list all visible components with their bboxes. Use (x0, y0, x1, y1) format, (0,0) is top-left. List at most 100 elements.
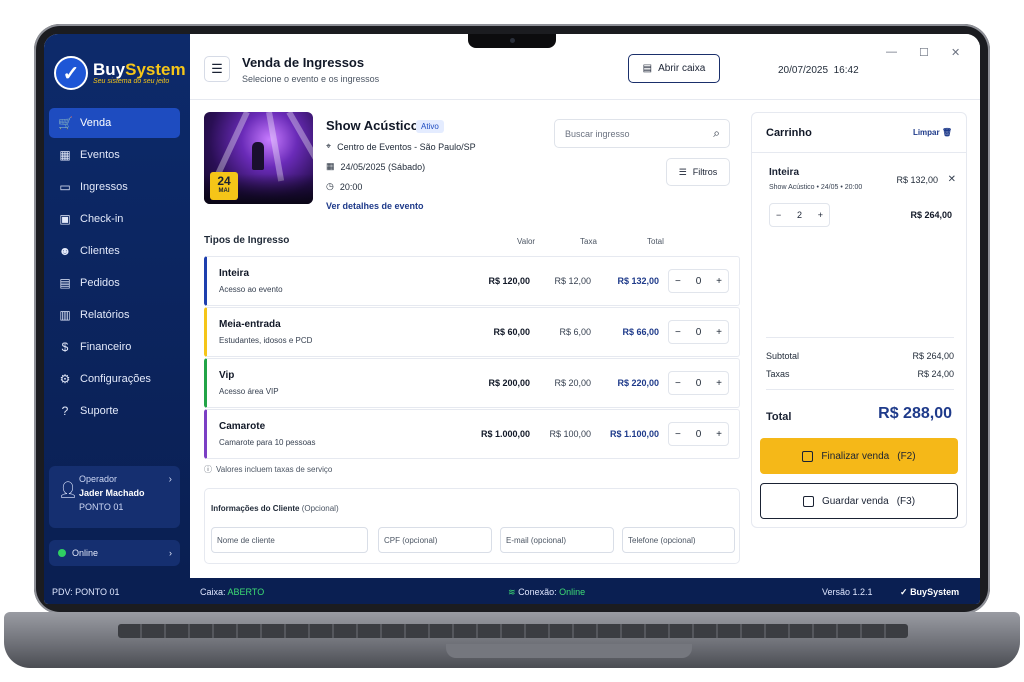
column-header-fee: Taxa (580, 237, 597, 246)
brand-logo[interactable]: ✓ BuySystem Seu sistema do seu jeito (54, 56, 186, 90)
sidebar-item-label: Venda (80, 117, 112, 129)
quantity-stepper[interactable]: −0 + (668, 422, 729, 446)
ticket-name: Inteira (219, 268, 250, 279)
event-title: Show Acústico (326, 118, 419, 133)
open-cash-label: Abrir caixa (658, 63, 706, 74)
ticket-fee: R$ 100,00 (549, 429, 591, 439)
close-icon[interactable]: ✕ (951, 46, 960, 59)
minus-icon[interactable]: − (675, 378, 681, 389)
sidebar-item-clientes[interactable]: ☻ Clientes (49, 236, 180, 266)
current-datetime: 20/07/2025 16:42 (778, 65, 859, 76)
gear-icon: ⚙ (59, 372, 71, 386)
ticket-name: Camarote (219, 421, 266, 432)
total-value: R$ 288,00 (878, 405, 952, 422)
trackpad (446, 644, 692, 658)
sidebar-item-suporte[interactable]: ? Suporte (49, 396, 180, 426)
minus-icon[interactable]: − (776, 210, 781, 220)
chevron-right-icon: › (168, 474, 172, 485)
event-image: 24 MAI (204, 112, 313, 204)
remove-item-icon[interactable]: ✕ (948, 174, 956, 185)
sidebar-item-financeiro[interactable]: $ Financeiro (49, 332, 180, 362)
sidebar-item-label: Financeiro (80, 341, 132, 353)
brand-tagline: Seu sistema do seu jeito (93, 78, 170, 85)
search-input[interactable]: Buscar ingresso ⌕ (554, 119, 730, 148)
cart-title: Carrinho (766, 127, 812, 139)
sidebar-item-label: Pedidos (80, 277, 120, 289)
quantity-stepper[interactable]: −0 + (668, 320, 729, 344)
online-dot-icon (58, 549, 66, 557)
page-subtitle: Selecione o evento e os ingressos (242, 74, 380, 84)
cart-item-name: Inteira (769, 167, 800, 178)
chevron-right-icon: › (169, 548, 172, 558)
connection-status[interactable]: Online › (49, 540, 180, 566)
ticket-desc: Acesso área VIP (219, 387, 279, 396)
minus-icon[interactable]: − (675, 429, 681, 440)
operator-card[interactable]: 👤︎ › Operador Jader Machado PONTO 01 (49, 466, 180, 528)
maximize-icon[interactable]: ☐ (919, 46, 929, 59)
fees-row: Taxas R$ 24,00 (766, 369, 954, 379)
save-sale-button[interactable]: Guardar venda (F3) (760, 483, 958, 519)
keyboard (118, 624, 908, 638)
cart-item-subtotal: R$ 264,00 (910, 210, 952, 220)
status-badge: Ativo (416, 120, 444, 133)
sidebar-item-eventos[interactable]: ▦ Eventos (49, 140, 180, 170)
cart-quantity-stepper[interactable]: −2 + (769, 203, 830, 227)
plus-icon[interactable]: + (716, 429, 722, 440)
clear-cart-button[interactable]: Limpar 🗑︎ (913, 128, 952, 137)
event-details-link[interactable]: Ver detalhes de evento (326, 201, 424, 211)
hamburger-icon: ☰ (211, 61, 223, 76)
ticket-row-inteira: Inteira Acesso ao evento R$ 120,00 R$ 12… (204, 256, 740, 306)
plus-icon[interactable]: + (716, 327, 722, 338)
calendar-plus-icon: ▦ (59, 148, 71, 162)
client-name-field[interactable]: Nome de cliente (211, 527, 368, 553)
users-icon: ☻ (58, 244, 72, 258)
ticket-total: R$ 220,00 (617, 378, 659, 388)
app-window: ✓ BuySystem Seu sistema do seu jeito 🛒 Ve… (44, 34, 980, 604)
sidebar-item-configuracoes[interactable]: ⚙ Configurações (49, 364, 180, 394)
sidebar-item-ingressos[interactable]: ▭ Ingressos (49, 172, 180, 202)
quantity-stepper[interactable]: −0 + (668, 269, 729, 293)
sidebar-item-label: Check-in (80, 213, 124, 225)
email-field[interactable]: E-mail (opcional) (500, 527, 614, 553)
plus-icon[interactable]: + (818, 210, 823, 220)
filters-button[interactable]: ☰ Filtros (666, 158, 730, 186)
save-icon (802, 495, 814, 507)
plus-icon[interactable]: + (716, 378, 722, 389)
sidebar-item-relatorios[interactable]: ▥ Relatórios (49, 300, 180, 330)
column-header-total: Total (647, 237, 664, 246)
check-logo-icon: ✓ (900, 587, 908, 597)
help-icon: ? (61, 404, 69, 418)
sidebar-item-label: Ingressos (80, 181, 128, 193)
divider (766, 337, 954, 338)
sidebar-item-checkin[interactable]: ▣ Check-in (49, 204, 180, 234)
cash-icon (802, 450, 814, 462)
sidebar-item-venda[interactable]: 🛒 Venda (49, 108, 180, 138)
phone-field[interactable]: Telefone (opcional) (622, 527, 735, 553)
clipboard-icon: ▤ (59, 276, 71, 290)
plus-icon[interactable]: + (716, 276, 722, 287)
minus-icon[interactable]: − (675, 276, 681, 287)
status-bar: PDV: PONTO 01 Caixa: ABERTO ≋ Conexão: O… (44, 578, 980, 604)
ticket-value: R$ 60,00 (493, 327, 530, 337)
search-icon: ⌕ (713, 126, 720, 140)
minus-icon[interactable]: − (675, 327, 681, 338)
minimize-icon[interactable]: — (886, 46, 897, 58)
event-venue: ⌖ Centro de Eventos - São Paulo/SP (326, 141, 476, 152)
open-cash-button[interactable]: ▤ Abrir caixa (628, 54, 720, 83)
finish-sale-button[interactable]: Finalizar venda (F2) (760, 438, 958, 474)
quantity-stepper[interactable]: −0 + (668, 371, 729, 395)
cpf-field[interactable]: CPF (opcional) (378, 527, 492, 553)
camera-notch (468, 34, 556, 48)
menu-button[interactable]: ☰ (204, 56, 230, 82)
cart-icon: 🛒 (58, 116, 73, 130)
calendar-icon: ▦ (326, 161, 335, 171)
sidebar-item-pedidos[interactable]: ▤ Pedidos (49, 268, 180, 298)
sidebar-item-label: Eventos (80, 149, 120, 161)
check-logo-icon: ✓ (54, 56, 88, 90)
ticket-desc: Camarote para 10 pessoas (219, 438, 316, 447)
ticket-desc: Estudantes, idosos e PCD (219, 336, 313, 345)
ticket-row-vip: Vip Acesso área VIP R$ 200,00 R$ 20,00 R… (204, 358, 740, 408)
pdv-label: PDV: PONTO 01 (52, 587, 120, 597)
connection-indicator: ≋ Conexão: Online (508, 587, 586, 597)
wifi-icon: ≋ (508, 587, 516, 597)
